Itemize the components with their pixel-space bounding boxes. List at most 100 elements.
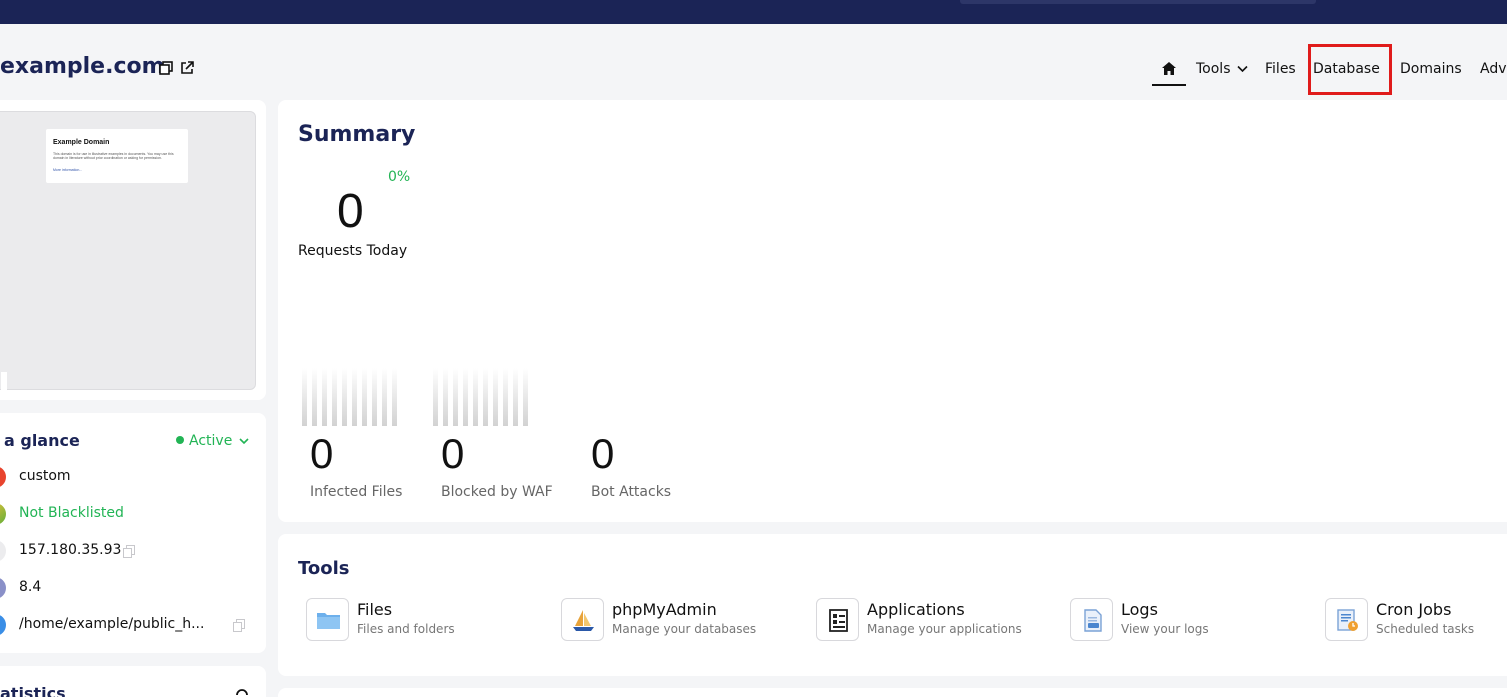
tool-files-desc: Files and folders <box>357 622 455 636</box>
status-dot-icon <box>176 436 184 444</box>
glance-row-ip: 157.180.35.93 <box>0 540 266 564</box>
blacklist-icon <box>0 503 6 525</box>
sparkline-bar <box>433 368 438 426</box>
sparkline-bar <box>473 368 478 426</box>
sparkline-bar <box>453 368 458 426</box>
glance-nameserver: custom <box>19 468 71 484</box>
glance-blacklist: Not Blacklisted <box>19 505 124 521</box>
glance-ip: 157.180.35.93 <box>19 542 122 558</box>
folder-path-icon <box>0 614 6 636</box>
sparkline-bar <box>523 368 528 426</box>
glance-row-blacklist: Not Blacklisted <box>0 503 266 527</box>
tool-applications-name: Applications <box>867 600 965 619</box>
home-icon <box>1162 62 1176 75</box>
requests-change-pct: 0% <box>388 169 411 185</box>
tools-card: Tools Files Files and folders phpMyAdmin… <box>278 534 1507 676</box>
tool-logs-desc: View your logs <box>1121 622 1209 636</box>
php-icon <box>0 577 6 599</box>
sparkline-bar <box>362 368 367 426</box>
logs-icon <box>1070 598 1113 641</box>
sparkline-bar <box>513 368 518 426</box>
site-preview[interactable]: Example Domain This domain is for use in… <box>0 111 256 400</box>
requests-today-value: 0 <box>337 185 364 238</box>
chevron-down-icon <box>1237 65 1248 73</box>
copy-path-icon[interactable] <box>233 619 245 632</box>
glance-php: 8.4 <box>19 579 42 595</box>
nav-tools-label: Tools <box>1196 61 1231 77</box>
folder-icon <box>306 598 349 641</box>
tool-files[interactable]: Files Files and folders <box>306 597 546 641</box>
glance-title: a glance <box>4 431 80 450</box>
status-dropdown[interactable]: Active <box>176 433 249 449</box>
domain-title: example.com <box>0 54 165 79</box>
tool-phpmyadmin-desc: Manage your databases <box>612 622 757 636</box>
sparkline-bar <box>312 368 317 426</box>
site-preview-card: Example Domain This domain is for use in… <box>0 100 266 400</box>
tool-files-name: Files <box>357 600 393 619</box>
sparkline-bar <box>322 368 327 426</box>
nav-domains[interactable]: Domains <box>1400 58 1462 86</box>
statistics-title: atistics <box>0 684 66 697</box>
glance-row-path: /home/example/public_h... <box>0 614 266 638</box>
requests-today-label: Requests Today <box>298 243 408 259</box>
blocked-waf-sparkline <box>433 368 529 426</box>
bot-attacks-label: Bot Attacks <box>591 484 672 500</box>
preview-site-link: More information... <box>53 168 83 172</box>
nav-home[interactable] <box>1152 58 1186 86</box>
applications-icon <box>816 598 859 641</box>
tool-cron-jobs[interactable]: Cron Jobs Scheduled tasks <box>1325 597 1507 641</box>
summary-card: Summary 0% 0 Requests Today 0 Infected F… <box>278 100 1507 522</box>
sparkline-bar <box>503 368 508 426</box>
tool-logs[interactable]: Logs View your logs <box>1070 597 1310 641</box>
infected-files-value: 0 <box>310 430 334 477</box>
preview-page: Example Domain This domain is for use in… <box>46 129 188 183</box>
blocked-waf-label: Blocked by WAF <box>441 484 553 500</box>
tools-title: Tools <box>298 558 350 579</box>
glance-path: /home/example/public_h... <box>19 616 205 632</box>
sparkline-bar <box>463 368 468 426</box>
sparkline-bar <box>372 368 377 426</box>
tool-applications[interactable]: Applications Manage your applications <box>816 597 1056 641</box>
refresh-icon[interactable] <box>234 686 250 697</box>
status-label: Active <box>189 433 233 449</box>
chevron-down-icon <box>239 438 249 445</box>
nav-advanced[interactable]: Adv <box>1480 58 1507 86</box>
tool-cron-jobs-desc: Scheduled tasks <box>1376 622 1475 636</box>
glance-row-nameserver: custom <box>0 466 266 490</box>
sparkline-bar <box>302 368 307 426</box>
sparkline-bar <box>483 368 488 426</box>
copy-icon[interactable] <box>159 61 173 75</box>
tool-logs-name: Logs <box>1121 600 1158 619</box>
sparkline-bar <box>342 368 347 426</box>
sparkline-bar <box>443 368 448 426</box>
sparkline-bar <box>382 368 387 426</box>
nav-tools[interactable]: Tools <box>1196 58 1248 86</box>
next-section-card <box>278 688 1507 697</box>
infected-files-sparkline <box>302 368 398 426</box>
at-a-glance-card: a glance Active custom Not Blacklisted 1… <box>0 413 266 653</box>
sparkline-bar <box>332 368 337 426</box>
sparkline-bar <box>392 368 397 426</box>
tool-phpmyadmin-name: phpMyAdmin <box>612 600 717 619</box>
database-highlight-box <box>1308 44 1392 95</box>
nameserver-icon <box>0 466 6 488</box>
copy-ip-icon[interactable] <box>123 545 135 558</box>
sparkline-bar <box>493 368 498 426</box>
blocked-waf-value: 0 <box>441 430 465 477</box>
phpmyadmin-icon <box>561 598 604 641</box>
top-search-input[interactable] <box>960 0 1316 4</box>
statistics-card: atistics <box>0 666 266 697</box>
external-link-icon[interactable] <box>180 61 194 75</box>
top-bar <box>0 0 1507 24</box>
ip-icon <box>0 540 6 562</box>
summary-title: Summary <box>298 122 416 147</box>
glance-row-php: 8.4 <box>0 577 266 601</box>
tool-phpmyadmin[interactable]: phpMyAdmin Manage your databases <box>561 597 801 641</box>
tool-cron-jobs-name: Cron Jobs <box>1376 600 1452 619</box>
preview-site-text: This domain is for use in illustrative e… <box>53 152 174 160</box>
nav-files[interactable]: Files <box>1265 58 1296 86</box>
bot-attacks-value: 0 <box>591 430 615 477</box>
cron-jobs-icon <box>1325 598 1368 641</box>
infected-files-label: Infected Files <box>310 484 403 500</box>
tool-applications-desc: Manage your applications <box>867 622 1022 636</box>
